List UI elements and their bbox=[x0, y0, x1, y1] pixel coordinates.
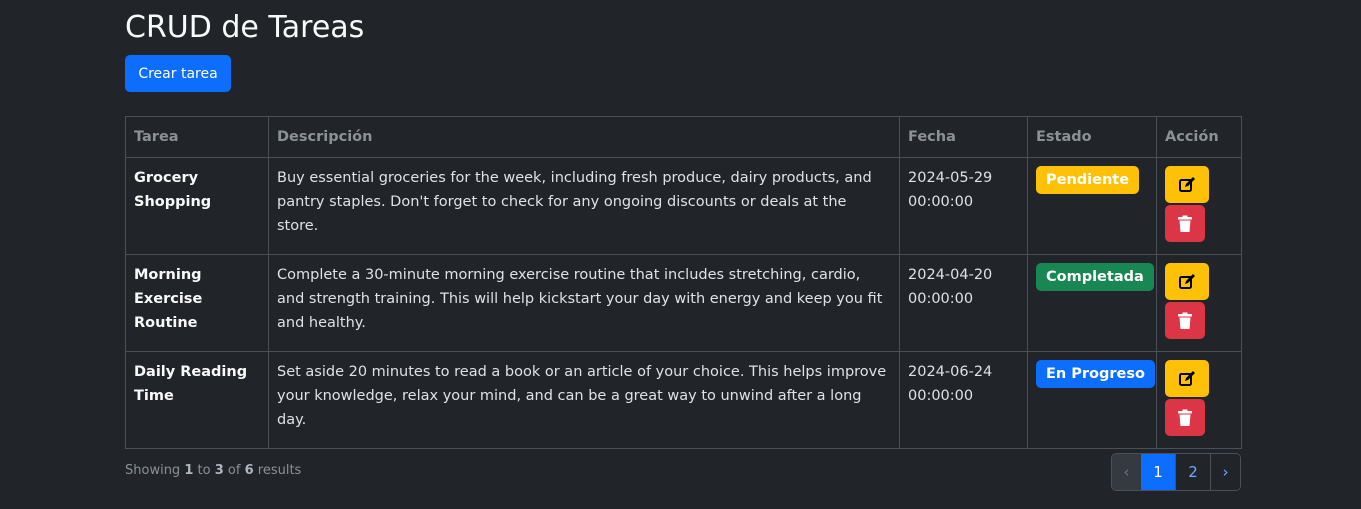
to-label: to bbox=[197, 463, 211, 478]
trash-icon bbox=[1178, 215, 1192, 232]
table-row: Daily Reading Time Set aside 20 minutes … bbox=[125, 351, 1242, 449]
task-description: Buy essential groceries for the week, in… bbox=[268, 157, 900, 255]
task-name: Daily Reading Time bbox=[125, 351, 269, 449]
trash-icon bbox=[1178, 409, 1192, 426]
edit-icon bbox=[1179, 273, 1195, 289]
edit-button[interactable] bbox=[1165, 263, 1209, 300]
edit-icon bbox=[1179, 176, 1195, 192]
task-name: Grocery Shopping bbox=[125, 157, 269, 255]
results-from: 1 bbox=[184, 463, 194, 478]
task-status-cell: Completada bbox=[1027, 254, 1157, 352]
task-name: Morning Exercise Routine bbox=[125, 254, 269, 352]
task-date: 2024-06-24 00:00:00 bbox=[899, 351, 1028, 449]
table-row: Grocery Shopping Buy essential groceries… bbox=[125, 157, 1242, 255]
pagination-prev[interactable]: ‹ bbox=[1112, 454, 1141, 490]
pagination-next[interactable]: › bbox=[1210, 454, 1240, 490]
create-task-button[interactable]: Crear tarea bbox=[125, 55, 231, 92]
edit-icon bbox=[1179, 370, 1195, 386]
edit-button[interactable] bbox=[1165, 166, 1209, 203]
task-actions bbox=[1156, 157, 1242, 255]
table-row: Morning Exercise Routine Complete a 30-m… bbox=[125, 254, 1242, 352]
task-status-cell: Pendiente bbox=[1027, 157, 1157, 255]
task-date: 2024-04-20 00:00:00 bbox=[899, 254, 1028, 352]
column-header-fecha: Fecha bbox=[899, 116, 1028, 158]
column-header-accion: Acción bbox=[1156, 116, 1242, 158]
showing-label: Showing bbox=[125, 463, 181, 478]
delete-button[interactable] bbox=[1165, 399, 1205, 436]
delete-button[interactable] bbox=[1165, 302, 1205, 339]
pagination-page-1[interactable]: 1 bbox=[1141, 454, 1175, 490]
task-actions bbox=[1156, 254, 1242, 352]
pagination-page-2[interactable]: 2 bbox=[1175, 454, 1210, 490]
results-label: results bbox=[257, 463, 302, 478]
status-badge: Completada bbox=[1036, 263, 1154, 291]
task-date: 2024-05-29 00:00:00 bbox=[899, 157, 1028, 255]
task-description: Set aside 20 minutes to read a book or a… bbox=[268, 351, 900, 449]
trash-icon bbox=[1178, 312, 1192, 329]
column-header-descripcion: Descripción bbox=[268, 116, 900, 158]
table-header-row: Tarea Descripción Fecha Estado Acción bbox=[125, 116, 1242, 158]
task-status-cell: En Progreso bbox=[1027, 351, 1157, 449]
column-header-tarea: Tarea bbox=[125, 116, 269, 158]
results-summary: Showing 1 to 3 of 6 results bbox=[125, 463, 301, 478]
task-actions bbox=[1156, 351, 1242, 449]
status-badge: En Progreso bbox=[1036, 360, 1155, 388]
status-badge: Pendiente bbox=[1036, 166, 1140, 194]
results-total: 6 bbox=[244, 463, 254, 478]
tasks-table: Tarea Descripción Fecha Estado Acción Gr… bbox=[125, 116, 1242, 449]
task-description: Complete a 30-minute morning exercise ro… bbox=[268, 254, 900, 352]
page-title: CRUD de Tareas bbox=[125, 10, 365, 45]
results-to: 3 bbox=[214, 463, 224, 478]
edit-button[interactable] bbox=[1165, 360, 1209, 397]
of-label: of bbox=[227, 463, 241, 478]
delete-button[interactable] bbox=[1165, 205, 1205, 242]
column-header-estado: Estado bbox=[1027, 116, 1157, 158]
pagination: ‹ 1 2 › bbox=[1111, 453, 1241, 491]
